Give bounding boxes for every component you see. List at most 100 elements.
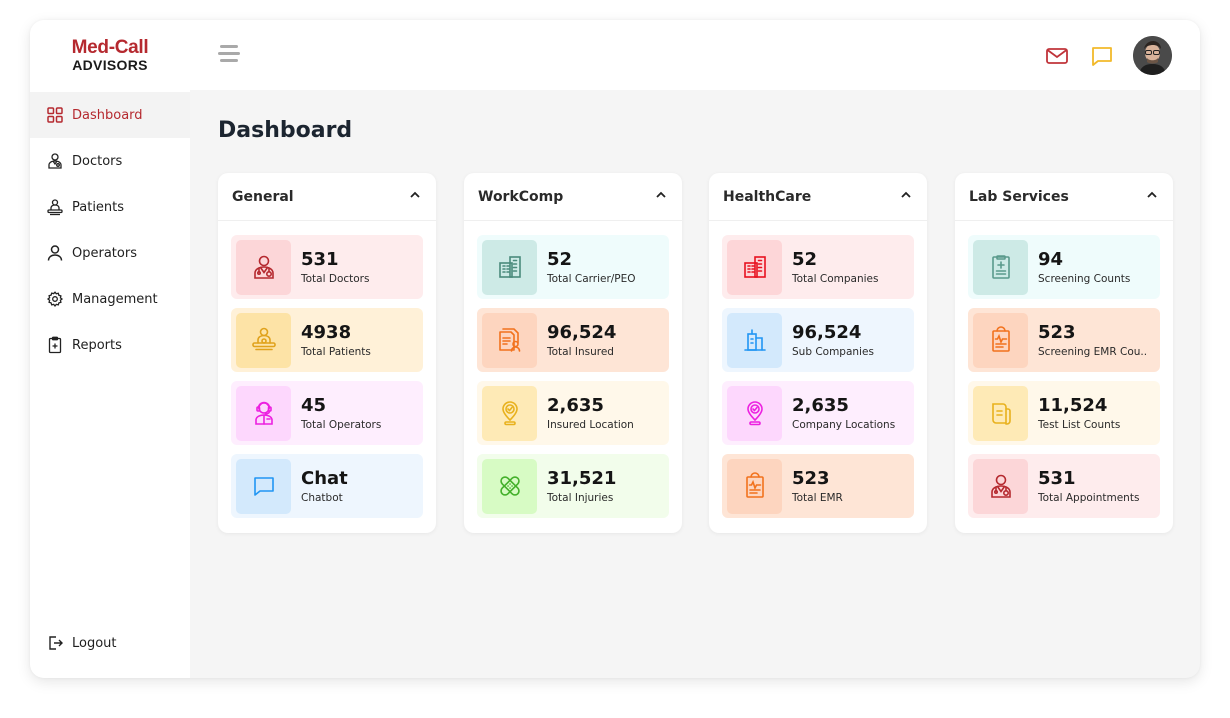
panel-workcomp: WorkComp 52 Total Carrier/PEO 96,524 Total I…: [464, 173, 682, 533]
stat-value: 2,635: [547, 394, 604, 416]
stat-label: Total Insured: [547, 345, 614, 358]
doctor-icon: [973, 458, 1028, 514]
top-bar: [190, 20, 1200, 90]
stat-label: Total Injuries: [547, 491, 614, 504]
grid-icon: [47, 107, 63, 123]
brand-line1: Med-Call: [71, 37, 149, 58]
stat-text: 45 Total Operators: [301, 395, 381, 431]
panel-title: HealthCare: [723, 188, 812, 205]
logout-button[interactable]: Logout: [30, 620, 190, 666]
insured-document-icon: [482, 312, 537, 368]
chevron-up-icon[interactable]: [1145, 187, 1159, 206]
panel-title: WorkComp: [478, 188, 564, 205]
stat-label: Chatbot: [301, 491, 343, 504]
mail-icon[interactable]: [1045, 45, 1069, 67]
stat-card[interactable]: 531 Total Appointments: [968, 454, 1160, 518]
stat-card[interactable]: 45 Total Operators: [231, 381, 423, 445]
stat-card[interactable]: 52 Total Carrier/PEO: [477, 235, 669, 299]
user-avatar[interactable]: [1133, 36, 1172, 75]
clipboard-plus-icon: [973, 239, 1028, 295]
sidebar-item-doctors[interactable]: Doctors: [30, 138, 190, 184]
stat-card[interactable]: 523 Total EMR: [722, 454, 914, 518]
stat-text: 523 Total EMR: [792, 468, 843, 504]
location-check-icon: [482, 385, 537, 441]
app-window: Med-Call ADVISORS Dashboard Doctors Pati…: [30, 20, 1200, 678]
stat-card[interactable]: 523 Screening EMR Cou..: [968, 308, 1160, 372]
sidebar-item-label: Management: [72, 291, 158, 307]
stat-label: Total Doctors: [301, 272, 370, 285]
stat-card[interactable]: Chat Chatbot: [231, 454, 423, 518]
stat-text: 52 Total Companies: [792, 249, 878, 285]
stat-value: 31,521: [547, 467, 617, 489]
sidebar-item-operators[interactable]: Operators: [30, 230, 190, 276]
chat-icon: [236, 458, 291, 514]
logout-icon: [49, 636, 63, 650]
sidebar-item-label: Patients: [72, 199, 125, 215]
stat-value: 531: [1038, 467, 1076, 489]
stat-text: 531 Total Doctors: [301, 249, 369, 285]
panel-header[interactable]: HealthCare: [709, 173, 927, 221]
sidebar-item-reports[interactable]: Reports: [30, 322, 190, 368]
stat-value: 94: [1038, 248, 1064, 270]
panel-healthcare: HealthCare 52 Total Companies 96,524 Sub Com…: [709, 173, 927, 533]
building-icon: [482, 239, 537, 295]
chevron-up-icon[interactable]: [654, 187, 668, 206]
stat-card[interactable]: 2,635 Company Locations: [722, 381, 914, 445]
stat-value: 96,524: [792, 321, 862, 343]
stat-text: 4938 Total Patients: [301, 322, 371, 358]
emr-clipboard-icon: [727, 458, 782, 514]
gear-icon: [46, 291, 64, 308]
stat-text: 31,521 Total Injuries: [547, 468, 616, 504]
stat-label: Screening Counts: [1038, 272, 1131, 285]
operator-icon: [236, 385, 291, 441]
panel-header[interactable]: WorkComp: [464, 173, 682, 221]
stat-label: Total Operators: [301, 418, 382, 431]
stat-text: 2,635 Insured Location: [547, 395, 634, 431]
chevron-up-icon[interactable]: [899, 187, 913, 206]
stat-text: 96,524 Total Insured: [547, 322, 616, 358]
stat-value: 11,524: [1038, 394, 1108, 416]
stat-label: Sub Companies: [792, 345, 874, 358]
stat-card[interactable]: 4938 Total Patients: [231, 308, 423, 372]
user-icon: [47, 245, 63, 261]
panel-header[interactable]: Lab Services: [955, 173, 1173, 221]
stat-card[interactable]: 2,635 Insured Location: [477, 381, 669, 445]
chat-icon[interactable]: [1090, 45, 1114, 67]
sidebar-item-patients[interactable]: Patients: [30, 184, 190, 230]
panel-title: General: [232, 188, 294, 205]
stat-label: Insured Location: [547, 418, 634, 431]
bandage-icon: [482, 458, 537, 514]
stat-value: 2,635: [792, 394, 849, 416]
patient-icon: [236, 312, 291, 368]
sidebar-item-dashboard[interactable]: Dashboard: [30, 92, 190, 138]
stat-card[interactable]: 94 Screening Counts: [968, 235, 1160, 299]
stat-text: 11,524 Test List Counts: [1038, 395, 1120, 431]
hamburger-icon[interactable]: [218, 45, 240, 63]
chevron-up-icon[interactable]: [408, 187, 422, 206]
panel-header[interactable]: General: [218, 173, 436, 221]
sidebar-item-label: Operators: [72, 245, 137, 261]
brand-logo[interactable]: Med-Call ADVISORS: [30, 38, 190, 72]
stat-value: 531: [301, 248, 339, 270]
logout-label: Logout: [72, 635, 117, 651]
sidebar-item-label: Dashboard: [72, 107, 143, 123]
stat-value: 52: [547, 248, 573, 270]
stat-card[interactable]: 96,524 Sub Companies: [722, 308, 914, 372]
stat-label: Screening EMR Cou..: [1038, 345, 1148, 358]
stat-card[interactable]: 96,524 Total Insured: [477, 308, 669, 372]
stat-text: 531 Total Appointments: [1038, 468, 1139, 504]
logout-section: Logout: [30, 620, 190, 666]
sidebar-item-management[interactable]: Management: [30, 276, 190, 322]
building-icon: [727, 239, 782, 295]
stat-card[interactable]: 52 Total Companies: [722, 235, 914, 299]
stat-text: Chat Chatbot: [301, 468, 348, 504]
panel-title: Lab Services: [969, 188, 1069, 205]
stat-card[interactable]: 11,524 Test List Counts: [968, 381, 1160, 445]
stat-card[interactable]: 531 Total Doctors: [231, 235, 423, 299]
stat-label: Company Locations: [792, 418, 896, 431]
stat-label: Total Patients: [301, 345, 371, 358]
panel-body: 52 Total Companies 96,524 Sub Companies 2,63…: [709, 221, 927, 518]
stat-text: 96,524 Sub Companies: [792, 322, 874, 358]
panel-body: 531 Total Doctors 4938 Total Patients 45 Tota…: [218, 221, 436, 518]
stat-card[interactable]: 31,521 Total Injuries: [477, 454, 669, 518]
